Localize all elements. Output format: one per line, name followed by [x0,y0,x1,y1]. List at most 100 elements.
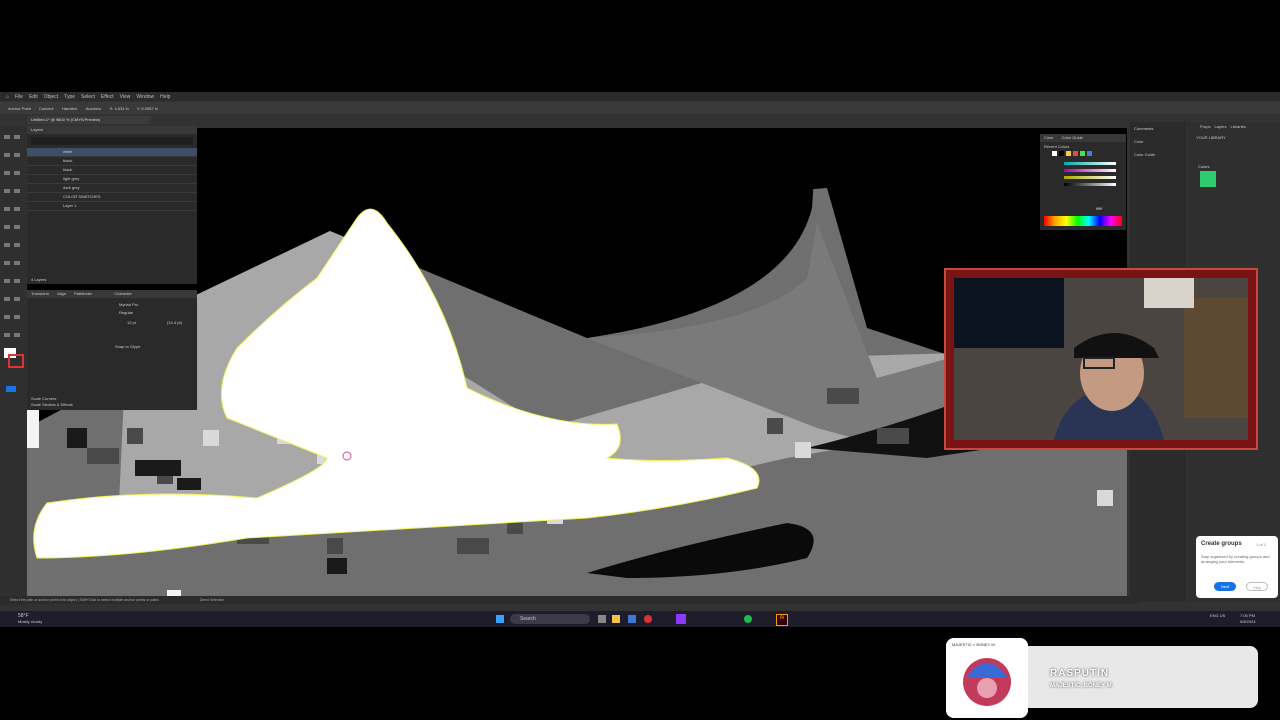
recent-swatch[interactable] [1052,151,1057,156]
tab-color-guide[interactable]: Color Guide [1062,134,1083,142]
font-style-field[interactable]: Regular [119,310,133,315]
windows-start-icon[interactable] [496,615,504,623]
menu-object[interactable]: Object [44,94,58,100]
menu-select[interactable]: Select [81,94,95,100]
edge-icon[interactable] [628,615,636,623]
direct-selection-tool-icon[interactable] [14,135,20,139]
tab-properties[interactable]: Props [1200,124,1210,129]
spotify-icon[interactable] [744,615,752,623]
menu-edit[interactable]: Edit [29,94,38,100]
color-panel-button[interactable]: Color [1130,135,1186,148]
tooltip-step: 1 of 1 [1256,542,1267,547]
control-anchors[interactable]: Anchors: [86,106,102,111]
menu-help[interactable]: Help [160,94,170,100]
tab-pathfinder[interactable]: Pathfinder [74,290,92,298]
clock-time[interactable]: 7:05 PM [1240,613,1255,618]
stroke-swatch[interactable] [8,354,24,368]
recent-swatch[interactable] [1059,151,1064,156]
type-tool-icon[interactable] [4,189,10,193]
recent-swatch[interactable] [1073,151,1078,156]
clock-date[interactable]: 5/8/2024 [1240,619,1256,624]
task-view-icon[interactable] [598,615,606,623]
layer-row[interactable]: black [27,166,197,175]
next-button[interactable]: Next [1214,582,1236,591]
hex-field[interactable]: ffffff [1096,206,1102,211]
lasso-tool-icon[interactable] [14,153,20,157]
app-icon[interactable] [676,614,686,624]
width-tool-icon[interactable] [4,261,10,265]
scale-strokes-checkbox[interactable]: Scale Strokes & Effects [31,402,73,407]
edit-toolbar-icon[interactable] [6,386,16,392]
tab-layers[interactable]: Layers [1214,124,1226,129]
control-convert[interactable]: Convert: [39,106,54,111]
rectangle-tool-icon[interactable] [4,207,10,211]
pencil-tool-icon[interactable] [4,225,10,229]
paintbrush-tool-icon[interactable] [14,207,20,211]
black-slider[interactable] [1064,183,1116,186]
menu-view[interactable]: View [120,94,131,100]
illustrator-icon[interactable]: Ai [776,614,788,626]
menu-window[interactable]: Window [136,94,154,100]
font-size-field[interactable]: 12 pt [127,320,136,325]
home-icon[interactable]: ⌂ [6,94,9,100]
tab-character[interactable]: Character [114,290,132,298]
menu-effect[interactable]: Effect [101,94,114,100]
font-family-field[interactable]: Myriad Pro [119,302,138,307]
layers-panel-tab[interactable]: Layers [27,126,197,134]
color-spectrum[interactable] [1044,216,1122,226]
rotate-tool-icon[interactable] [4,243,10,247]
taskbar-search[interactable]: Search [510,614,590,624]
magenta-slider[interactable] [1064,169,1116,172]
layer-row[interactable]: Layer 1 [27,202,197,211]
document-tab[interactable]: Untitled-1* @ 9800 % (CMYK/Preview) [28,116,151,124]
control-y-field[interactable]: Y: 5.0957 in [137,106,158,111]
layer-row[interactable]: black [27,157,197,166]
layer-row[interactable]: light grey [27,175,197,184]
artboard-tool-icon[interactable] [14,315,20,319]
menu-file[interactable]: File [15,94,23,100]
cyan-slider[interactable] [1064,162,1116,165]
menu-type[interactable]: Type [64,94,75,100]
scale-corners-checkbox[interactable]: Scale Corners [31,396,56,401]
line-tool-icon[interactable] [14,189,20,193]
tab-color[interactable]: Color [1044,134,1054,142]
eraser-tool-icon[interactable] [14,225,20,229]
pen-tool-icon[interactable] [4,171,10,175]
skip-button[interactable]: Skip [1246,582,1268,591]
yellow-slider[interactable] [1064,176,1116,179]
scale-tool-icon[interactable] [14,243,20,247]
tab-align[interactable]: Align [57,290,66,298]
tab-transform[interactable]: Transform [31,290,49,298]
blend-tool-icon[interactable] [4,297,10,301]
comments-panel-button[interactable]: Comments [1130,122,1186,135]
layer-row[interactable]: white [27,148,197,157]
webcam-overlay [944,268,1258,450]
recent-swatch[interactable] [1080,151,1085,156]
weather-text[interactable]: Mostly cloudy [18,619,42,624]
control-handles[interactable]: Handles: [62,106,78,111]
song-artist: MAJESTIC, BONEY M. [1050,683,1114,689]
color-guide-panel-button[interactable]: Color Guide [1130,148,1186,161]
recent-swatch[interactable] [1087,151,1092,156]
file-explorer-icon[interactable] [612,615,620,623]
gradient-tool-icon[interactable] [4,279,10,283]
symbol-tool-icon[interactable] [14,297,20,301]
layers-search-input[interactable] [31,137,193,145]
zoom-tool-icon[interactable] [14,333,20,337]
shape-builder-tool-icon[interactable] [14,261,20,265]
layer-row[interactable]: COLOR SWATCHES [27,193,197,202]
language-indicator[interactable]: ENG US [1210,613,1225,618]
tab-libraries[interactable]: Libraries [1230,124,1245,129]
hand-tool-icon[interactable] [4,333,10,337]
eyedropper-tool-icon[interactable] [14,279,20,283]
chrome-icon[interactable] [644,615,652,623]
magic-wand-tool-icon[interactable] [4,153,10,157]
selection-tool-icon[interactable] [4,135,10,139]
control-x-field[interactable]: X: 4.631 in [110,106,129,111]
leading-field[interactable]: (14.4 pt) [167,320,182,325]
layer-row[interactable]: dark grey [27,184,197,193]
library-color-swatch[interactable] [1200,171,1216,187]
graph-tool-icon[interactable] [4,315,10,319]
curvature-tool-icon[interactable] [14,171,20,175]
recent-swatch[interactable] [1066,151,1071,156]
